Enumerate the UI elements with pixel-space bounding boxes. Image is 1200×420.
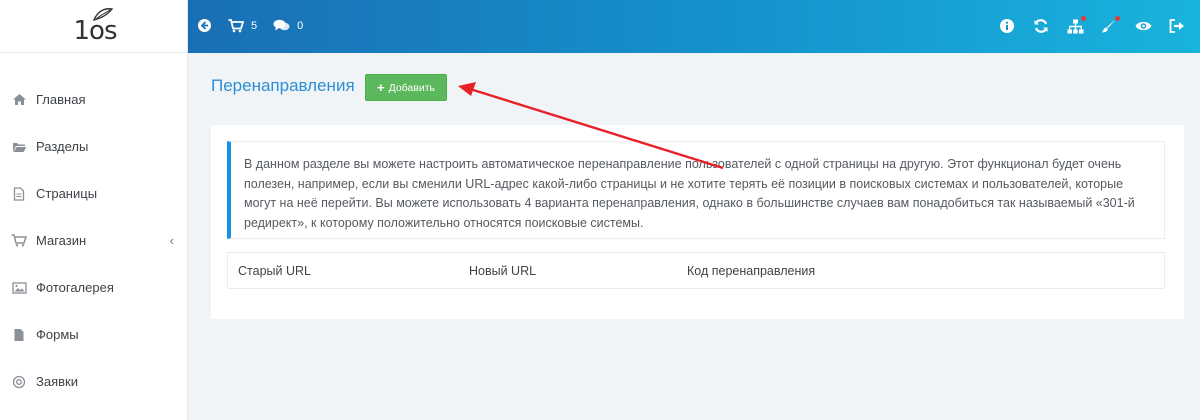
info-text: В данном разделе вы можете настроить авт…	[244, 157, 1135, 230]
column-header-redirect-code[interactable]: Код перенаправления	[687, 264, 815, 278]
home-icon	[11, 92, 27, 108]
sign-out-icon	[1169, 19, 1184, 33]
cart-icon	[11, 233, 27, 249]
page-title: Перенаправления	[211, 76, 355, 95]
cart-count: 5	[251, 19, 258, 32]
add-button[interactable]: + Добавить	[365, 74, 447, 101]
cart-icon	[228, 18, 244, 32]
chevron-left-icon: ‹	[169, 233, 174, 248]
notification-dot	[1081, 16, 1086, 21]
sidebar-item-label: Главная	[36, 92, 86, 107]
arrow-circle-left-icon	[198, 19, 211, 32]
eye-icon	[1135, 21, 1151, 31]
top-bar: 5 0	[188, 0, 1200, 53]
sidebar-item-label: Формы	[36, 327, 79, 342]
add-button-label: Добавить	[388, 81, 435, 94]
sitemap-icon	[1067, 19, 1083, 33]
logo-mark: 1os	[64, 6, 124, 46]
column-header-old-url[interactable]: Старый URL	[238, 264, 311, 278]
sidebar-item-home[interactable]: Главная	[0, 76, 187, 123]
image-icon	[11, 280, 27, 296]
comments-icon	[273, 19, 290, 31]
redirects-table-header: Старый URL Новый URL Код перенаправления	[227, 252, 1165, 289]
topbar-left: 5 0	[197, 18, 319, 33]
sidebar-item-label: Страницы	[36, 186, 98, 201]
sidebar-item-label: Заявки	[36, 374, 78, 389]
logo-text: 1os	[73, 16, 118, 46]
refresh-button[interactable]	[1032, 17, 1050, 35]
sidebar-item-requests[interactable]: Заявки	[0, 358, 187, 405]
column-header-new-url[interactable]: Новый URL	[469, 264, 536, 278]
sidebar-item-gallery[interactable]: Фотогалерея	[0, 264, 187, 311]
sidebar-item-label: Магазин	[36, 233, 87, 248]
cart-button[interactable]: 5	[228, 18, 258, 33]
sitemap-button[interactable]	[1066, 16, 1086, 35]
logout-button[interactable]	[1168, 17, 1186, 35]
sidebar-item-pages[interactable]: Страницы	[0, 170, 187, 217]
content-panel: В данном разделе вы можете настроить авт…	[211, 125, 1184, 319]
sidebar-item-label: Фотогалерея	[36, 280, 114, 295]
design-button[interactable]	[1100, 16, 1120, 35]
sidebar-item-label: Разделы	[36, 139, 89, 154]
brush-icon	[1102, 19, 1116, 33]
info-icon	[1000, 19, 1014, 33]
info-button[interactable]	[998, 17, 1016, 35]
sidebar-menu: Главная Разделы Страницы Магазин ‹ Фотог…	[0, 76, 187, 405]
back-button[interactable]	[197, 18, 212, 33]
file-icon	[11, 186, 27, 202]
sidebar-item-shop[interactable]: Магазин ‹	[0, 217, 187, 264]
messages-button[interactable]: 0	[273, 19, 303, 32]
messages-count: 0	[297, 19, 304, 32]
topbar-right	[982, 16, 1186, 35]
refresh-icon	[1034, 19, 1048, 33]
sidebar-item-sections[interactable]: Разделы	[0, 123, 187, 170]
logo[interactable]: 1os	[0, 0, 187, 53]
sidebar: 1os Главная Разделы Страницы Магазин ‹ Ф…	[0, 0, 188, 420]
view-site-button[interactable]	[1134, 17, 1152, 35]
folder-icon	[11, 139, 27, 155]
target-icon	[11, 374, 27, 390]
notification-dot	[1115, 16, 1120, 21]
plus-icon: +	[377, 80, 385, 95]
sidebar-item-forms[interactable]: Формы	[0, 311, 187, 358]
file-icon	[11, 327, 27, 343]
info-callout: В данном разделе вы можете настроить авт…	[227, 141, 1165, 239]
